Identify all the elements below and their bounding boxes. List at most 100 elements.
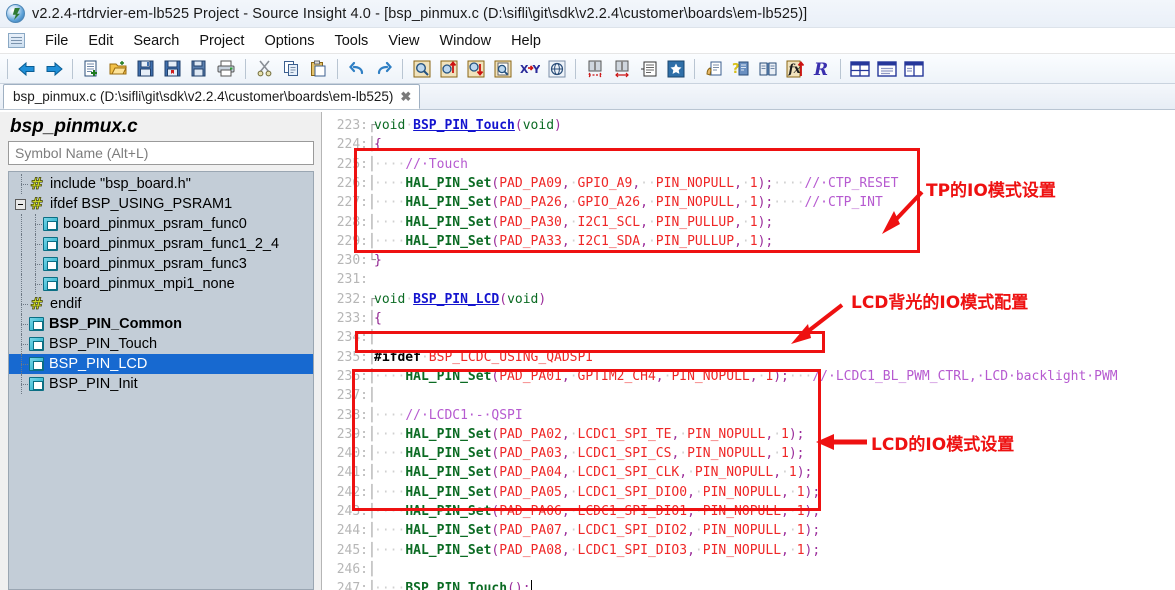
tree-guide [15,214,29,234]
source-insight-logo-icon [6,4,25,23]
close-icon[interactable]: ✖ [400,90,411,103]
lookup-reference-icon[interactable] [490,57,515,81]
tree-item-label: include "bsp_board.h" [50,176,191,192]
tree-item-label: board_pinmux_psram_func0 [63,216,247,232]
tree-item-6[interactable]: endif [9,294,313,314]
tree-item-0[interactable]: include "bsp_board.h" [9,174,313,194]
forward-icon[interactable] [41,57,66,81]
symbol-tree[interactable]: include "bsp_board.h"ifdef BSP_USING_PSR… [8,171,314,590]
tree-item-label: board_pinmux_mpi1_none [63,276,235,292]
tree-item-10[interactable]: BSP_PIN_Init [9,374,313,394]
tree-item-label: endif [50,296,82,312]
browse-symbol-icon[interactable] [755,57,780,81]
function-icon [29,377,44,391]
menu-item-edit[interactable]: Edit [78,31,123,51]
tree-item-3[interactable]: board_pinmux_psram_func1_2_4 [9,234,313,254]
tree-item-8[interactable]: BSP_PIN_Touch [9,334,313,354]
tree-item-2[interactable]: board_pinmux_psram_func0 [9,214,313,234]
symbol-search-placeholder: Symbol Name (Alt+L) [15,145,149,161]
menu-item-help[interactable]: Help [501,31,551,51]
save-all-icon[interactable] [160,57,185,81]
open-file-icon[interactable] [106,57,131,81]
tree-item-label: board_pinmux_psram_func1_2_4 [63,236,280,252]
undo-icon[interactable] [344,57,369,81]
tile-windows-icon[interactable] [847,57,872,81]
menu-item-project[interactable]: Project [189,31,254,51]
symbol-search-input[interactable]: Symbol Name (Alt+L) [8,141,314,165]
tree-guide [29,254,43,274]
copy-icon[interactable] [279,57,304,81]
menu-item-window[interactable]: Window [429,31,501,51]
toolbar-separator [840,58,841,79]
smart-rename-icon[interactable] [701,57,726,81]
tree-guide [15,234,29,254]
search-up-icon[interactable] [436,57,461,81]
new-file-icon[interactable] [79,57,104,81]
toolbar: XY ? fx R [0,54,1175,84]
save-icon[interactable] [133,57,158,81]
context-help-icon[interactable]: ? [728,57,753,81]
search-icon[interactable] [409,57,434,81]
lcd-io-mode-label: LCD的IO模式设置 [871,435,1015,455]
tree-item-5[interactable]: board_pinmux_mpi1_none [9,274,313,294]
replace-icon[interactable]: XY [517,57,542,81]
symbol-panel-file-title: bsp_pinmux.c [10,116,138,137]
svg-text:?: ? [732,62,740,77]
document-icon[interactable] [8,33,25,48]
lcd-backlight-io-mode-label: LCD背光的IO模式配置 [851,293,1029,313]
vertical-split-icon[interactable] [901,57,926,81]
function-icon [43,237,58,251]
tree-collapse-icon[interactable] [15,198,26,210]
tree-guide [29,214,43,234]
menu-item-file[interactable]: File [35,31,78,51]
tp-io-mode-label: TP的IO模式设置 [926,181,1056,201]
tab-strip: bsp_pinmux.c (D:\sifli\git\sdk\v2.2.4\cu… [0,84,1175,110]
expand-icon[interactable] [582,57,607,81]
function-icon [43,257,58,271]
function-icon [43,217,58,231]
menu-item-options[interactable]: Options [254,31,324,51]
tree-guide [15,254,29,274]
redo-icon[interactable] [371,57,396,81]
code-editor[interactable]: 223: ┌ void·BSP_PIN_Touch(void) 224: │{225: │… [322,112,1175,590]
tree-guide [15,374,29,394]
tab-bsp-pinmux-c[interactable]: bsp_pinmux.c (D:\sifli\git\sdk\v2.2.4\cu… [3,84,421,109]
menu-item-search[interactable]: Search [123,31,189,51]
tree-guide [15,334,29,354]
menu-item-tools[interactable]: Tools [324,31,378,51]
preprocessor-icon [29,294,45,313]
tree-item-label: BSP_PIN_Init [49,376,138,392]
horizontal-split-icon[interactable] [874,57,899,81]
tree-item-1[interactable]: ifdef BSP_USING_PSRAM1 [9,194,313,214]
tree-item-9[interactable]: BSP_PIN_LCD [9,354,313,374]
collapse-icon[interactable] [609,57,634,81]
tree-item-label: BSP_PIN_Common [49,316,182,332]
toolbar-separator [402,58,403,79]
svg-text:X: X [520,63,529,76]
search-web-icon[interactable] [544,57,569,81]
toolbar-separator [245,58,246,79]
paste-icon[interactable] [306,57,331,81]
save-as-icon[interactable] [187,57,212,81]
function-icon [29,337,44,351]
menu-item-view[interactable]: View [378,31,429,51]
toolbar-separator [575,58,576,79]
svg-text:Y: Y [531,63,540,76]
toolbar-separator [337,58,338,79]
back-icon[interactable] [14,57,39,81]
print-icon[interactable] [214,57,239,81]
symbol-list-icon[interactable] [636,57,661,81]
tree-guide [15,354,29,374]
search-down-icon[interactable] [463,57,488,81]
tree-item-7[interactable]: BSP_PIN_Common [9,314,313,334]
bookmark-icon[interactable] [663,57,688,81]
tree-guide [15,294,29,314]
tree-item-4[interactable]: board_pinmux_psram_func3 [9,254,313,274]
tree-guide [29,274,43,294]
cut-icon[interactable] [252,57,277,81]
function-icon [43,277,58,291]
function-jump-icon[interactable]: fx [782,57,807,81]
tab-label: bsp_pinmux.c (D:\sifli\git\sdk\v2.2.4\cu… [13,89,394,104]
relation-window-icon[interactable]: R [809,57,834,81]
preprocessor-icon [29,194,45,213]
